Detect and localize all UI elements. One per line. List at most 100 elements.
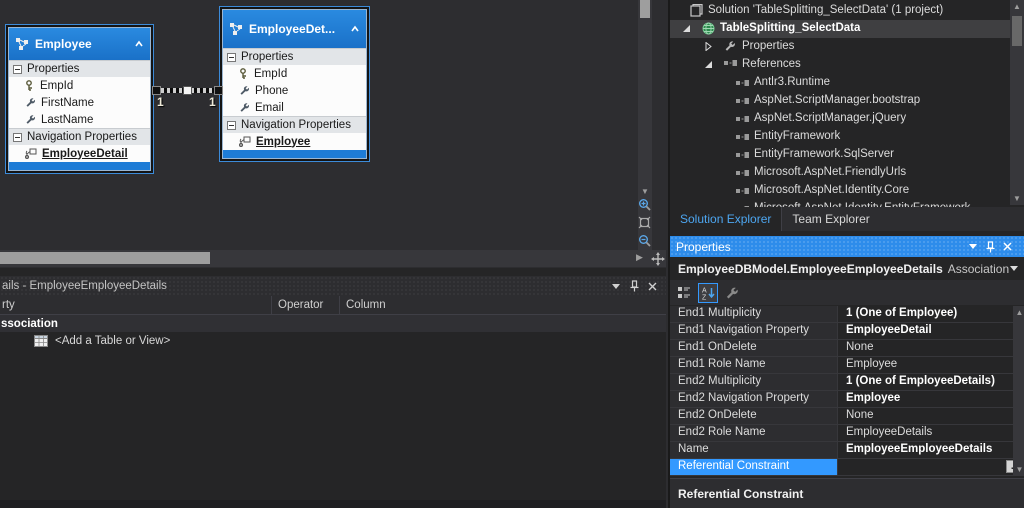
close-icon[interactable] <box>1003 242 1020 251</box>
zoom-fit-icon[interactable] <box>636 214 652 230</box>
tree-item-label[interactable]: Microsoft.AspNet.Identity.Core <box>754 184 909 196</box>
property-value[interactable]: EmployeeDetails <box>838 425 1024 441</box>
tree-item-label[interactable]: Microsoft.AspNet.FriendlyUrls <box>754 166 906 178</box>
property-name[interactable]: End1 Navigation Property <box>670 323 838 339</box>
property-row[interactable]: EmpId <box>9 77 150 94</box>
minus-box-icon[interactable] <box>13 64 22 74</box>
window-menu-icon[interactable] <box>612 283 630 289</box>
column-header-property[interactable]: rty <box>0 296 272 314</box>
reference-item[interactable]: Microsoft.AspNet.Identity.Core <box>670 182 1010 200</box>
property-value[interactable]: Employee <box>838 357 1024 373</box>
entity-diagram-canvas[interactable]: Employee Properties EmpId FirstName Last… <box>0 0 652 250</box>
solution-explorer-scrollbar[interactable]: ▲ ▼ <box>1010 0 1024 205</box>
property-grid-row[interactable]: Name EmployeeEmployeeDetails <box>670 442 1024 459</box>
entity-employee[interactable]: Employee Properties EmpId FirstName Last… <box>5 24 154 174</box>
property-value[interactable]: None <box>838 340 1024 356</box>
property-name[interactable]: Name <box>670 442 838 458</box>
object-selector[interactable]: EmployeeDBModel.EmployeeEmployeeDetails … <box>670 257 1024 280</box>
association-midpoint-handle[interactable] <box>183 86 192 95</box>
tree-item-label[interactable]: EntityFramework <box>754 130 840 142</box>
chevron-up-icon[interactable] <box>350 25 360 33</box>
column-header-operator[interactable]: Operator <box>272 296 340 314</box>
tree-item-label[interactable]: AspNet.ScriptManager.jQuery <box>754 112 906 124</box>
tab-team-explorer[interactable]: Team Explorer <box>781 207 879 231</box>
scroll-right-icon[interactable]: ▶ <box>636 252 643 263</box>
pin-icon[interactable] <box>630 280 648 292</box>
property-value[interactable]: 1 (One of Employee) <box>838 306 1024 322</box>
solution-node[interactable]: Solution 'TableSplitting_SelectData' (1 … <box>670 2 1010 20</box>
property-name[interactable]: End2 Navigation Property <box>670 391 838 407</box>
property-grid-row[interactable]: End1 Navigation Property EmployeeDetail <box>670 323 1024 340</box>
association-endpoint[interactable] <box>214 86 223 95</box>
tree-item-label[interactable]: Antlr3.Runtime <box>754 76 830 88</box>
property-value[interactable]: None <box>838 408 1024 424</box>
scroll-up-icon[interactable]: ▲ <box>1013 308 1024 317</box>
property-row[interactable]: FirstName <box>9 94 150 111</box>
property-grid-scrollbar[interactable]: ▲ ▼ <box>1013 306 1024 476</box>
property-row[interactable]: Email <box>223 99 366 116</box>
navigation-label[interactable]: EmployeeDetail <box>42 148 128 160</box>
sort-az-icon[interactable]: AZ <box>698 282 718 303</box>
pan-icon[interactable] <box>650 250 666 267</box>
dropdown-icon[interactable] <box>1010 266 1018 271</box>
reference-item[interactable]: Antlr3.Runtime <box>670 74 1010 92</box>
reference-item[interactable]: Microsoft.AspNet.Identity.EntityFramewor… <box>670 200 1010 207</box>
property-grid-row[interactable]: End2 Multiplicity 1 (One of EmployeeDeta… <box>670 374 1024 391</box>
tree-item-label[interactable]: EntityFramework.SqlServer <box>754 148 894 160</box>
entity-header[interactable]: Employee <box>9 28 150 60</box>
scroll-down-icon[interactable]: ▼ <box>1010 194 1024 203</box>
scrollbar-thumb[interactable] <box>640 0 650 18</box>
property-grid-row[interactable]: End1 OnDelete None <box>670 340 1024 357</box>
minus-box-icon[interactable] <box>227 120 236 130</box>
tab-solution-explorer[interactable]: Solution Explorer <box>670 207 782 231</box>
property-grid-row[interactable]: End2 Navigation Property Employee <box>670 391 1024 408</box>
scroll-up-icon[interactable]: ▲ <box>1010 2 1024 11</box>
chevron-up-icon[interactable] <box>134 40 144 48</box>
property-grid-row[interactable]: End1 Multiplicity 1 (One of Employee) <box>670 306 1024 323</box>
scrollbar-thumb[interactable] <box>0 252 210 264</box>
references-node[interactable]: References <box>670 56 1010 74</box>
property-value[interactable]: ... <box>838 459 1024 475</box>
property-name[interactable]: End1 OnDelete <box>670 340 838 356</box>
navigation-label[interactable]: Employee <box>256 136 310 148</box>
properties-titlebar[interactable]: Properties <box>670 236 1024 257</box>
window-menu-icon[interactable] <box>969 244 986 249</box>
property-grid-row[interactable]: End2 Role Name EmployeeDetails <box>670 425 1024 442</box>
property-grid-row-selected[interactable]: Referential Constraint ... <box>670 459 1024 476</box>
close-icon[interactable] <box>648 282 666 291</box>
property-name[interactable]: End1 Role Name <box>670 357 838 373</box>
properties-node[interactable]: Properties <box>670 38 1010 56</box>
scrollbar-thumb[interactable] <box>1012 16 1022 46</box>
expander-collapsed-icon[interactable] <box>704 42 714 52</box>
navigation-property-row[interactable]: EmployeeDetail <box>9 145 150 162</box>
property-row[interactable]: EmpId <box>223 65 366 82</box>
add-table-row[interactable]: <Add a Table or View> <box>0 332 666 350</box>
minus-box-icon[interactable] <box>13 132 22 142</box>
reference-item[interactable]: AspNet.ScriptManager.bootstrap <box>670 92 1010 110</box>
property-name[interactable]: Referential Constraint <box>670 459 838 475</box>
reference-item[interactable]: EntityFramework.SqlServer <box>670 146 1010 164</box>
reference-item[interactable]: EntityFramework <box>670 128 1010 146</box>
property-name[interactable]: End2 OnDelete <box>670 408 838 424</box>
section-navigation-properties[interactable]: Navigation Properties <box>223 116 366 133</box>
entity-employee-details[interactable]: EmployeeDet... Properties EmpId Phone Em… <box>219 6 370 162</box>
tree-item-label[interactable]: Properties <box>742 40 794 52</box>
mapping-details-titlebar[interactable]: ails - EmployeeEmployeeDetails <box>0 276 666 296</box>
reference-item[interactable]: Microsoft.AspNet.FriendlyUrls <box>670 164 1010 182</box>
categorized-icon[interactable] <box>674 283 694 303</box>
expander-expanded-icon[interactable] <box>704 60 714 70</box>
column-header-column[interactable]: Column <box>340 299 386 311</box>
section-properties[interactable]: Properties <box>9 60 150 77</box>
property-value[interactable]: EmployeeEmployeeDetails <box>838 442 1024 458</box>
property-name[interactable]: End2 Multiplicity <box>670 374 838 390</box>
property-name[interactable]: End2 Role Name <box>670 425 838 441</box>
tree-item-label[interactable]: References <box>742 58 801 70</box>
zoom-in-icon[interactable] <box>636 196 652 212</box>
tree-item-label[interactable]: Solution 'TableSplitting_SelectData' (1 … <box>708 4 943 16</box>
property-grid-row[interactable]: End2 OnDelete None <box>670 408 1024 425</box>
association-endpoint[interactable] <box>152 86 161 95</box>
project-node[interactable]: TableSplitting_SelectData <box>670 20 1010 38</box>
property-row[interactable]: Phone <box>223 82 366 99</box>
scroll-down-icon[interactable]: ▼ <box>1013 465 1024 474</box>
section-navigation-properties[interactable]: Navigation Properties <box>9 128 150 145</box>
